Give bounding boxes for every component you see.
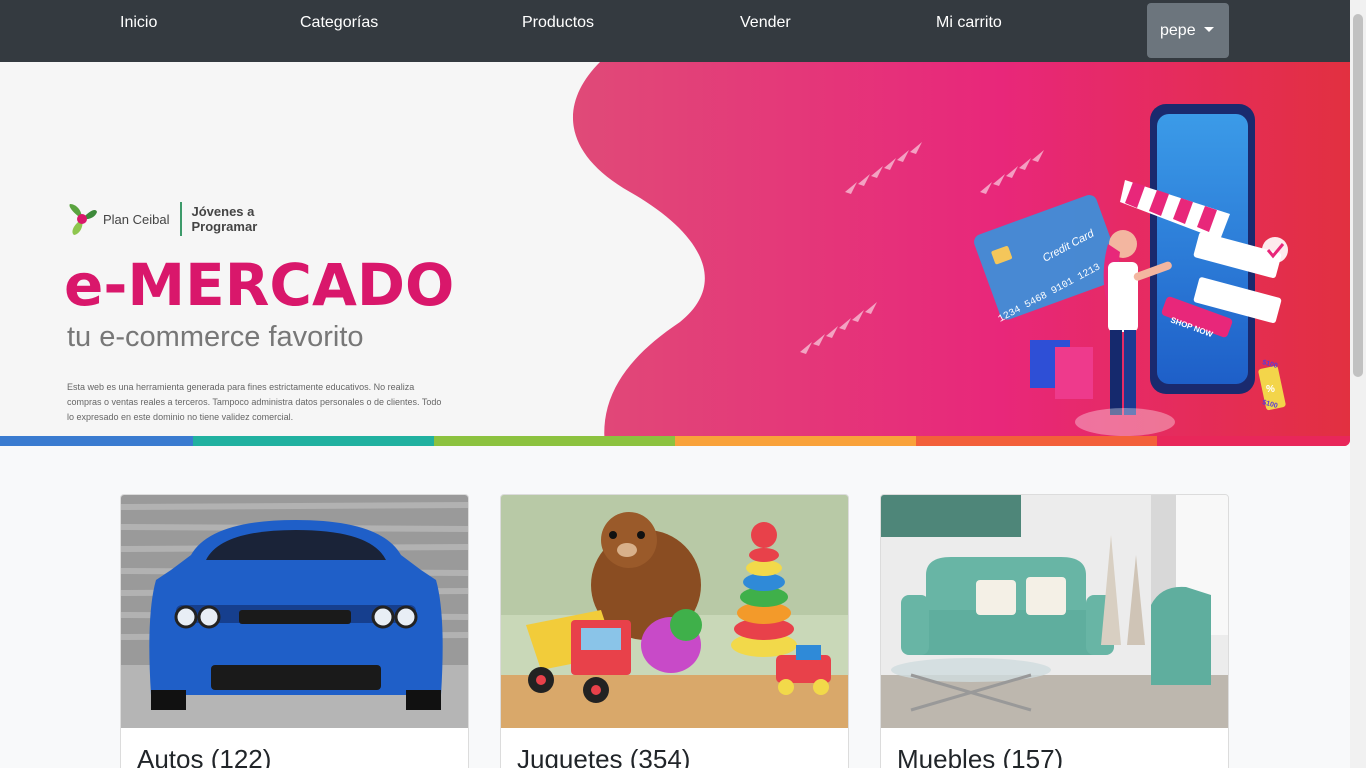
nav-productos[interactable]: Productos (522, 13, 594, 33)
user-dropdown-button[interactable]: pepe (1147, 3, 1229, 58)
category-title: Autos (122) (137, 744, 272, 768)
stripe-green (434, 436, 675, 446)
price-tag-2: $100 (1261, 399, 1278, 410)
caret-down-icon (1203, 27, 1214, 32)
category-title: Juguetes (354) (517, 744, 691, 768)
nav-categorias[interactable]: Categorías (300, 13, 378, 33)
category-card-autos[interactable]: Autos (122) (120, 494, 469, 768)
shop-now-label: SHOP NOW (1169, 315, 1214, 339)
discount-tag: % (1266, 384, 1275, 395)
car-image (121, 495, 468, 728)
navbar: Inicio Categorías Productos Vender Mi ca… (0, 0, 1350, 62)
price-tag-1: $100 (1261, 359, 1278, 370)
toys-image (501, 495, 848, 728)
category-title: Muebles (157) (897, 744, 1064, 768)
user-name: pepe (1160, 21, 1196, 39)
hero-banner: Plan Ceibal Jóvenes a Programar e-MERCAD… (0, 62, 1350, 446)
nav-vender[interactable]: Vender (740, 13, 791, 33)
stripe-red-orange (916, 436, 1157, 446)
page-scrollbar[interactable] (1350, 0, 1366, 768)
nav-inicio[interactable]: Inicio (120, 13, 157, 33)
furniture-image (881, 495, 1228, 728)
stripe-pink (1157, 436, 1350, 446)
banner-illustration-text: Credit Card 1234 5468 9101 1213 SHOP NOW… (997, 227, 1279, 410)
stripe-blue (0, 436, 193, 446)
stripe-teal (193, 436, 434, 446)
nav-mi-carrito[interactable]: Mi carrito (936, 13, 1002, 33)
credit-card-number: 1234 5468 9101 1213 (997, 262, 1103, 325)
stripe-orange (675, 436, 916, 446)
category-card-muebles[interactable]: Muebles (157) (880, 494, 1229, 768)
credit-card-label: Credit Card (1041, 227, 1097, 264)
scrollbar-thumb[interactable] (1353, 14, 1363, 377)
category-card-juguetes[interactable]: Juguetes (354) (500, 494, 849, 768)
